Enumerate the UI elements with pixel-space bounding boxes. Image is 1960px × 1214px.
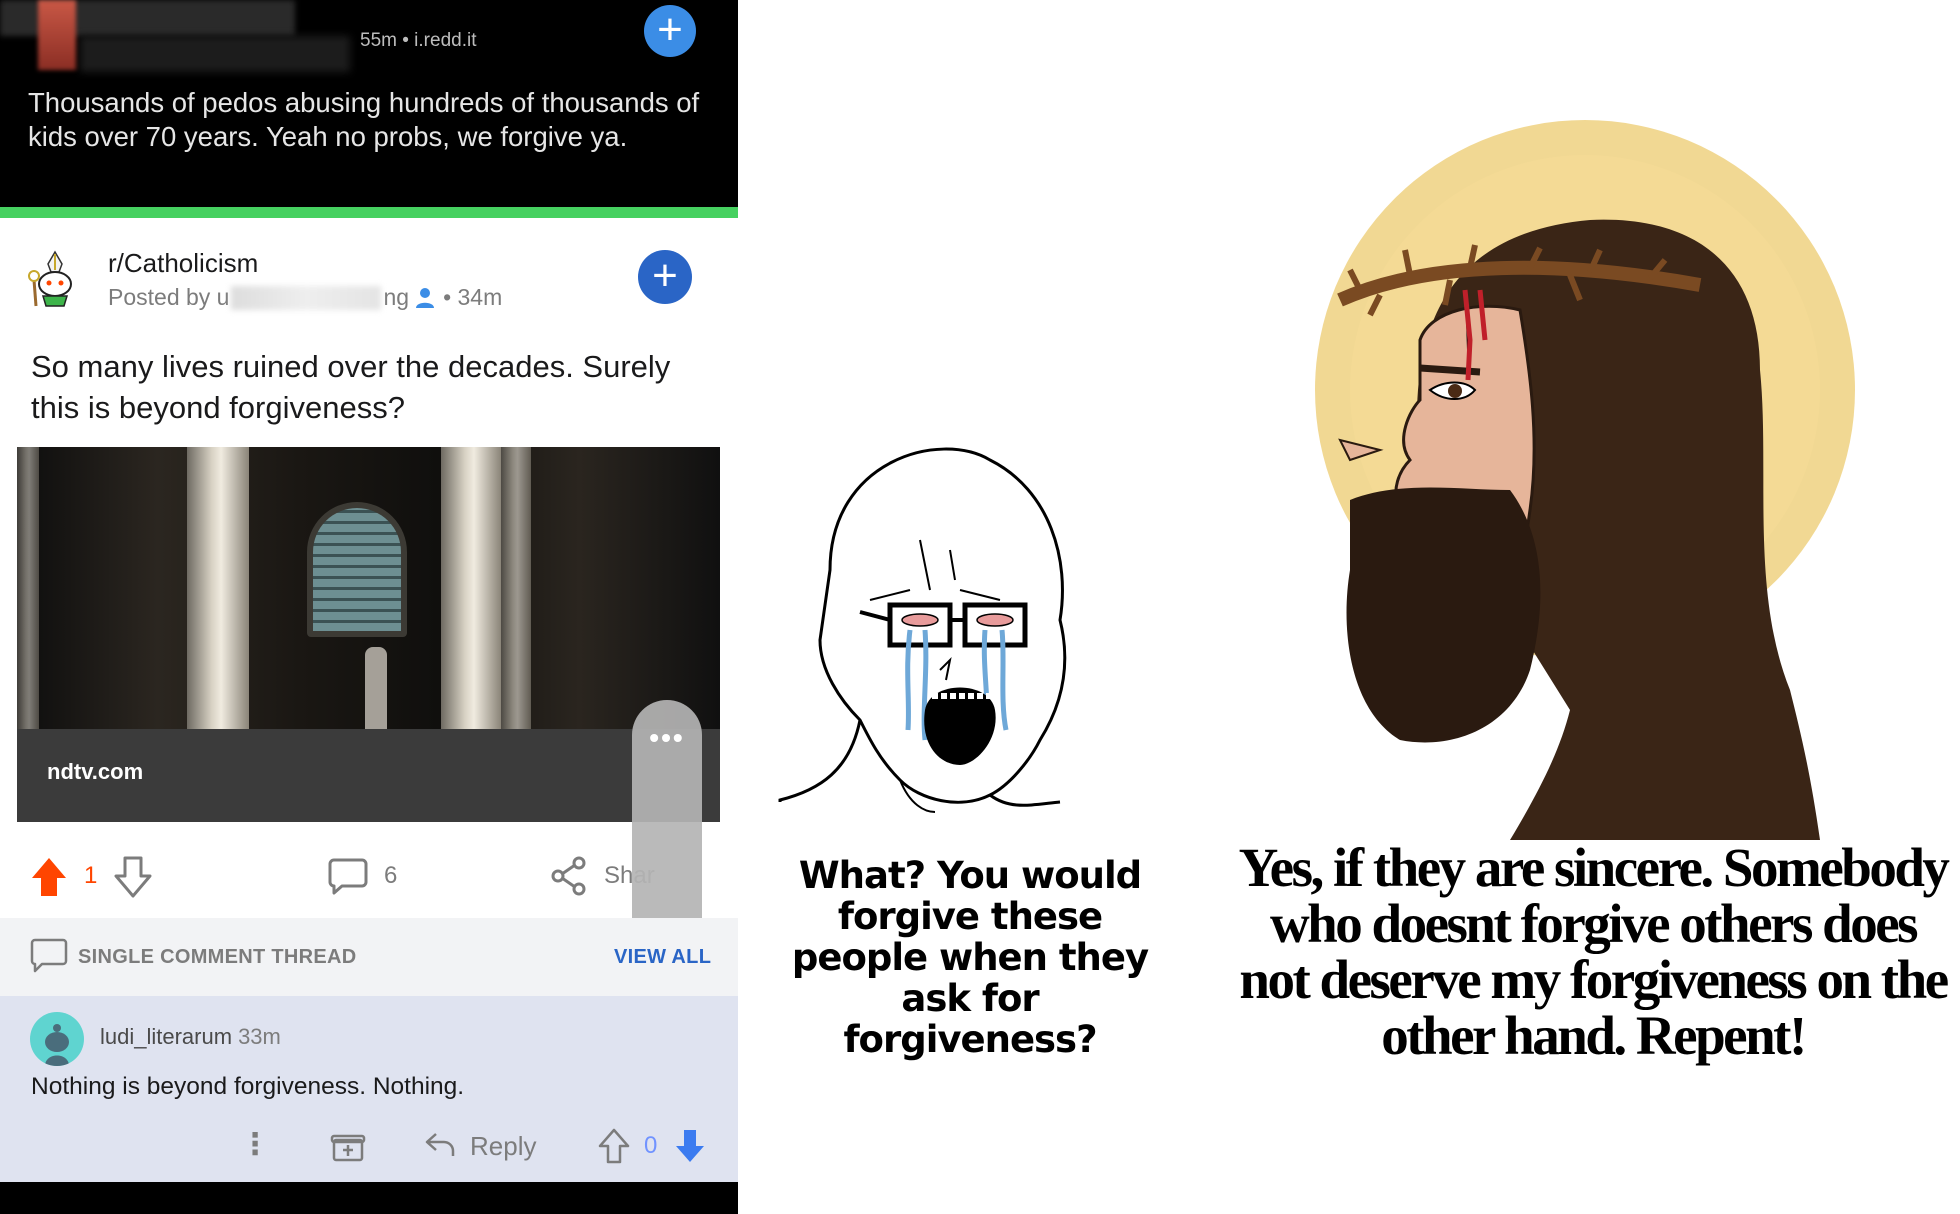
post-title[interactable]: Thousands of pedos abusing hundreds of t… xyxy=(28,86,708,154)
redacted-username xyxy=(231,285,382,310)
posted-by-suffix: ng xyxy=(383,284,410,310)
thread-label: SINGLE COMMENT THREAD xyxy=(78,946,357,968)
downvote-icon[interactable] xyxy=(114,856,152,898)
view-all-link[interactable]: VIEW ALL xyxy=(614,946,711,969)
upvote-icon[interactable] xyxy=(598,1128,630,1164)
reply-button[interactable]: Reply xyxy=(470,1131,536,1162)
link-source-bar: ndtv.com xyxy=(17,729,720,822)
more-options-icon[interactable]: ••• xyxy=(632,722,702,754)
link-thumbnail xyxy=(17,447,720,729)
post-title[interactable]: So many lives ruined over the decades. S… xyxy=(31,346,721,428)
vote-count: 1 xyxy=(84,862,98,889)
comment: ludi_literarum 33m Nothing is beyond forg… xyxy=(0,996,738,1182)
page: 55m • i.redd.it + Thousands of pedos abu… xyxy=(0,0,1960,1214)
posted-by: Posted by u ng • 34m xyxy=(108,284,502,311)
more-icon[interactable]: ⋮ xyxy=(240,1128,270,1164)
comment-icon[interactable] xyxy=(328,856,368,896)
post-actions: 1 6 Shar xyxy=(0,850,738,906)
bottom-bar xyxy=(0,1182,738,1214)
join-button[interactable]: + xyxy=(638,250,692,304)
snoo-icon xyxy=(45,1024,69,1066)
post-age: • 34m xyxy=(443,284,503,310)
link-preview[interactable]: ndtv.com xyxy=(17,447,720,822)
subreddit-avatar[interactable] xyxy=(28,250,82,308)
award-icon[interactable] xyxy=(330,1128,366,1164)
avatar xyxy=(38,0,76,70)
reply-icon[interactable] xyxy=(424,1130,456,1160)
single-comment-thread-bar: SINGLE COMMENT THREAD VIEW ALL xyxy=(0,918,738,996)
upvote-icon[interactable] xyxy=(30,856,68,898)
previous-post[interactable]: 55m • i.redd.it + Thousands of pedos abu… xyxy=(0,0,738,207)
downvote-icon[interactable] xyxy=(674,1128,706,1164)
jesus-caption: Yes, if they are sincere. Somebody who d… xyxy=(1238,837,1950,1066)
comment-vote-count: 0 xyxy=(644,1132,658,1159)
post-card: r/Catholicism Posted by u ng • 34m + So … xyxy=(0,218,738,1098)
progress-bar xyxy=(0,207,738,218)
reddit-app-screenshot: 55m • i.redd.it + Thousands of pedos abu… xyxy=(0,0,738,1214)
wojak-caption: What? You would forgive these people whe… xyxy=(791,854,1149,1061)
redacted-username xyxy=(80,36,350,72)
join-button[interactable]: + xyxy=(644,5,696,57)
jesus-chad-drawing xyxy=(1315,120,1855,840)
avatar[interactable] xyxy=(30,1012,84,1066)
user-icon xyxy=(416,287,435,308)
comment-author[interactable]: ludi_literarum xyxy=(100,1024,232,1049)
link-source: ndtv.com xyxy=(47,759,144,784)
post-meta: 55m • i.redd.it xyxy=(360,30,477,51)
posted-by-prefix: Posted by u xyxy=(108,284,230,310)
subreddit-name[interactable]: r/Catholicism xyxy=(108,248,258,279)
share-icon[interactable] xyxy=(550,856,588,896)
comment-author-line: ludi_literarum 33m xyxy=(100,1024,281,1050)
comment-icon xyxy=(30,938,68,973)
comment-count: 6 xyxy=(384,862,398,889)
comment-age: 33m xyxy=(238,1024,281,1049)
comment-body: Nothing is beyond forgiveness. Nothing. xyxy=(31,1073,465,1100)
comment-actions: ⋮ Reply 0 xyxy=(0,1124,738,1168)
